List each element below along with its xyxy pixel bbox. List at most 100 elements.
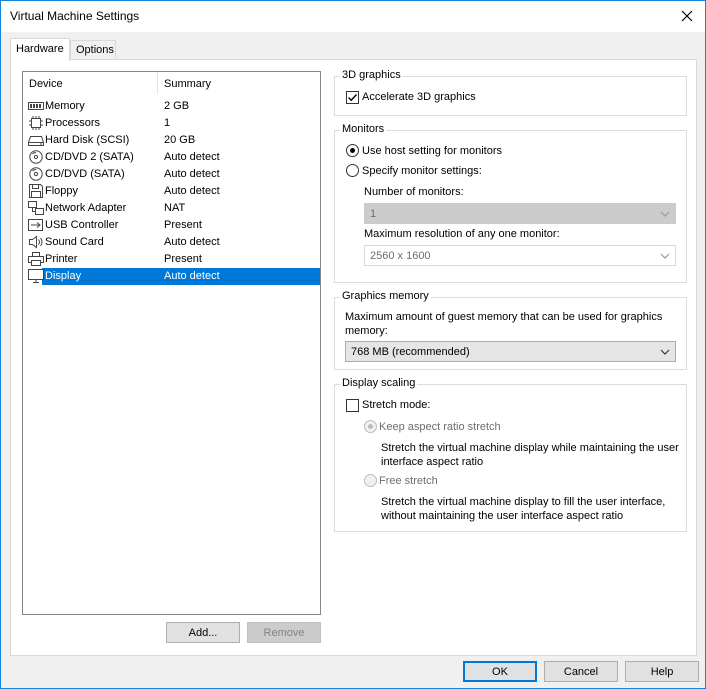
memory-icon	[28, 102, 44, 110]
window-title: Virtual Machine Settings	[10, 9, 140, 23]
keep-aspect-label[interactable]: Keep aspect ratio stretch	[379, 421, 501, 433]
tab-options-label: Options	[76, 44, 114, 56]
graphics-memory-value: 768 MB (recommended)	[351, 346, 470, 358]
network-adapter-icon	[28, 201, 44, 215]
device-summary: 1	[164, 117, 171, 129]
device-row-hard-disk[interactable]: Hard Disk (SCSI) 20 GB	[26, 132, 320, 149]
device-row-processors[interactable]: Processors 1	[26, 115, 320, 132]
device-row-cd-dvd[interactable]: CD/DVD (SATA) Auto detect	[26, 166, 320, 183]
ok-button[interactable]: OK	[463, 661, 537, 682]
device-row-memory[interactable]: Memory 2 GB	[26, 98, 320, 115]
graphics-memory-description: Maximum amount of guest memory that can …	[345, 311, 663, 337]
device-summary: Auto detect	[164, 168, 220, 180]
group-monitors-title: Monitors	[340, 123, 387, 135]
add-button[interactable]: Add...	[166, 622, 240, 643]
device-row-floppy[interactable]: Floppy Auto detect	[26, 183, 320, 200]
column-separator[interactable]	[157, 72, 158, 94]
device-name: Network Adapter	[45, 202, 127, 214]
display-icon	[28, 269, 44, 283]
floppy-icon	[29, 184, 43, 198]
num-monitors-select[interactable]: 1	[364, 203, 676, 224]
device-name: USB Controller	[45, 219, 119, 231]
cd-dvd-icon	[29, 167, 43, 181]
specify-monitor-radio[interactable]	[346, 164, 359, 177]
radio-dot	[350, 148, 355, 153]
chevron-down-icon	[660, 349, 670, 355]
radio-dot	[368, 424, 373, 429]
device-row-network-adapter[interactable]: Network Adapter NAT	[26, 200, 320, 217]
settings-window: Virtual Machine Settings Hardware Option…	[0, 0, 706, 689]
list-header: Device Summary	[23, 72, 320, 94]
printer-icon	[28, 252, 44, 266]
device-row-cd-dvd-2[interactable]: CD/DVD 2 (SATA) Auto detect	[26, 149, 320, 166]
close-icon	[681, 10, 693, 22]
device-name: CD/DVD (SATA)	[45, 168, 125, 180]
device-summary: Auto detect	[164, 236, 220, 248]
device-name: CD/DVD 2 (SATA)	[45, 151, 134, 163]
column-header-device[interactable]: Device	[29, 78, 63, 90]
device-row-printer[interactable]: Printer Present	[26, 251, 320, 268]
device-summary: Auto detect	[164, 270, 220, 282]
tab-hardware-label: Hardware	[16, 43, 64, 55]
device-summary: 2 GB	[164, 100, 190, 112]
num-monitors-value: 1	[370, 208, 377, 220]
free-stretch-radio[interactable]	[364, 474, 377, 487]
hard-disk-icon	[28, 136, 44, 146]
device-name: Hard Disk (SCSI)	[45, 134, 130, 146]
free-stretch-description: Stretch the virtual machine display to f…	[381, 496, 666, 522]
max-resolution-select[interactable]: 2560 x 1600	[364, 245, 676, 266]
group-monitors: Monitors Use host setting for monitors S…	[334, 123, 687, 283]
device-name: Floppy	[45, 185, 79, 197]
group-graphics-memory: Graphics memory Maximum amount of guest …	[334, 290, 687, 370]
num-monitors-label: Number of monitors:	[364, 186, 464, 198]
chevron-down-icon	[660, 253, 670, 259]
device-row-display[interactable]: Display Auto detect	[26, 268, 320, 285]
hardware-panel: Device Summary Memory 2 GB Processors 1 …	[10, 59, 697, 656]
group-3d-graphics-title: 3D graphics	[340, 69, 403, 81]
use-host-radio[interactable]	[346, 144, 359, 157]
device-row-usb-controller[interactable]: USB Controller Present	[26, 217, 320, 234]
accelerate-3d-label[interactable]: Accelerate 3D graphics	[362, 91, 476, 103]
chevron-down-icon	[660, 211, 670, 217]
device-summary: 20 GB	[164, 134, 196, 146]
device-summary: Present	[164, 219, 202, 231]
title-bar: Virtual Machine Settings	[1, 1, 705, 32]
use-host-label[interactable]: Use host setting for monitors	[362, 145, 502, 157]
accelerate-3d-checkbox[interactable]	[346, 91, 359, 104]
sound-card-icon	[29, 235, 43, 249]
max-resolution-value: 2560 x 1600	[370, 250, 431, 262]
device-summary: NAT	[164, 202, 186, 214]
device-summary: Present	[164, 253, 202, 265]
group-display-scaling: Display scaling Stretch mode: Keep aspec…	[334, 377, 687, 532]
close-button[interactable]	[675, 4, 699, 28]
device-row-sound-card[interactable]: Sound Card Auto detect	[26, 234, 320, 251]
stretch-mode-checkbox[interactable]	[346, 399, 359, 412]
device-name: Sound Card	[45, 236, 104, 248]
processor-icon	[29, 116, 43, 130]
device-name: Processors	[45, 117, 101, 129]
help-button[interactable]: Help	[625, 661, 699, 682]
graphics-memory-select[interactable]: 768 MB (recommended)	[345, 341, 676, 362]
tab-hardware[interactable]: Hardware	[10, 38, 70, 61]
group-3d-graphics: 3D graphics Accelerate 3D graphics	[334, 69, 687, 116]
keep-aspect-radio[interactable]	[364, 420, 377, 433]
device-name: Memory	[45, 100, 85, 112]
specify-monitor-label[interactable]: Specify monitor settings:	[362, 165, 482, 177]
group-graphics-memory-title: Graphics memory	[340, 290, 431, 302]
max-resolution-label: Maximum resolution of any one monitor:	[364, 228, 560, 240]
device-list[interactable]: Device Summary Memory 2 GB Processors 1 …	[22, 71, 321, 615]
check-icon	[348, 94, 358, 102]
free-stretch-label[interactable]: Free stretch	[379, 475, 438, 487]
group-display-scaling-title: Display scaling	[340, 377, 418, 389]
stretch-mode-label[interactable]: Stretch mode:	[362, 399, 430, 411]
cd-dvd-icon	[29, 150, 43, 164]
keep-aspect-description: Stretch the virtual machine display whil…	[381, 442, 679, 468]
cancel-button[interactable]: Cancel	[544, 661, 618, 682]
device-summary: Auto detect	[164, 151, 220, 163]
usb-icon	[28, 219, 43, 231]
tab-options[interactable]: Options	[70, 40, 116, 60]
device-name: Printer	[45, 253, 78, 265]
device-summary: Auto detect	[164, 185, 220, 197]
remove-button[interactable]: Remove	[247, 622, 321, 643]
column-header-summary[interactable]: Summary	[164, 78, 211, 90]
